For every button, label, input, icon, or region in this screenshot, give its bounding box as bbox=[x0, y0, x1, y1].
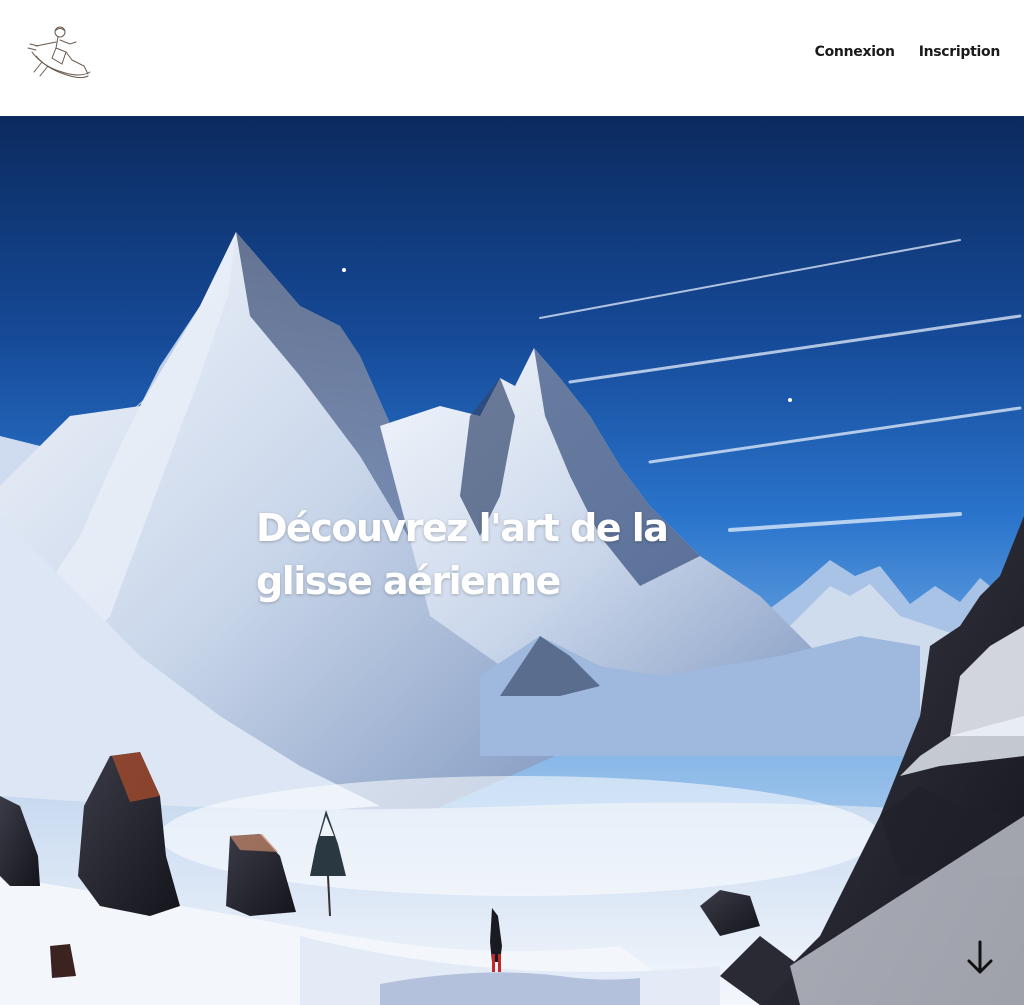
site-header: Connexion Inscription bbox=[0, 0, 1024, 116]
skier-sketch-logo-icon bbox=[27, 26, 91, 79]
hero-title: Découvrez l'art de la glisse aérienne bbox=[256, 506, 669, 603]
login-link[interactable]: Connexion bbox=[815, 44, 895, 60]
top-nav: Connexion Inscription bbox=[815, 44, 1001, 60]
hero-section: Découvrez l'art de la glisse aérienne bbox=[0, 116, 1024, 1005]
signup-link[interactable]: Inscription bbox=[919, 44, 1001, 60]
scroll-down-button[interactable] bbox=[964, 938, 996, 978]
logo-link[interactable] bbox=[22, 22, 94, 86]
arrow-down-icon bbox=[967, 940, 993, 974]
